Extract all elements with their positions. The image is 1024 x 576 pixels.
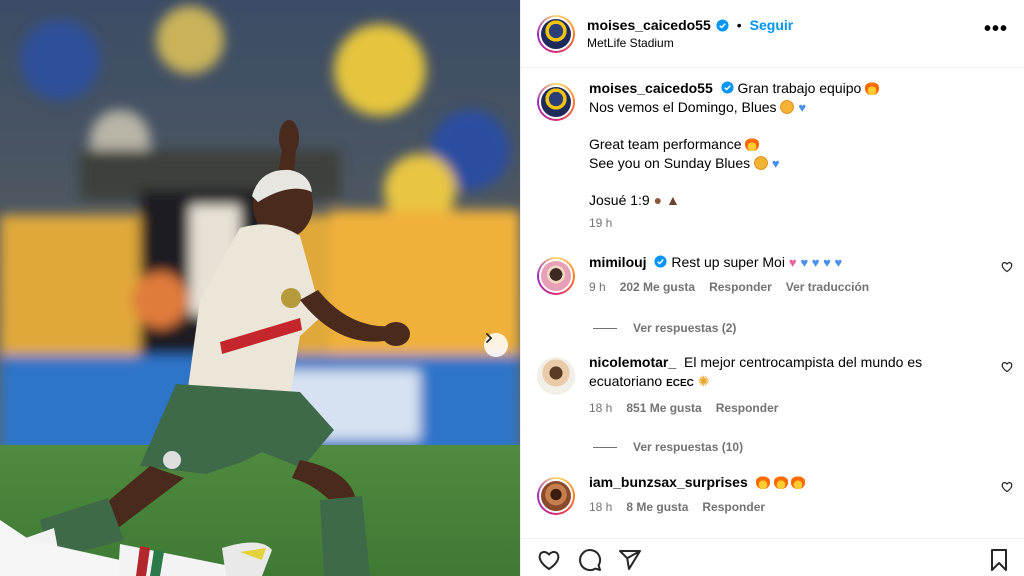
replies-divider (593, 327, 617, 329)
clapping-hands-icon: ✺ (697, 373, 710, 389)
comment-likes[interactable]: 202 Me gusta (620, 280, 695, 294)
caption-line-3: Great team performance (589, 136, 742, 152)
caption-line-2: Nos vemos el Domingo, Blues (589, 99, 777, 115)
fire-emoji-icon (773, 475, 788, 489)
commenter-avatar[interactable] (537, 357, 575, 395)
share-icon[interactable] (618, 548, 642, 572)
comment-item: mimilouj Rest up super Moi ♥ ♥ ♥ ♥ ♥ 9 h… (537, 253, 1013, 295)
author-avatar[interactable] (537, 14, 575, 53)
post-viewer: moises_caicedo55 • Seguir MetLife Stadiu… (0, 0, 1024, 576)
post-image[interactable] (0, 0, 520, 576)
translate-button[interactable]: Ver traducción (786, 280, 869, 294)
praying-hands-icon: ▲ (665, 192, 680, 208)
flexed-arm-icon: ● (653, 192, 663, 208)
caption-line-5: Josué 1:9 (589, 192, 650, 208)
comment-icon[interactable] (578, 548, 602, 572)
follow-button[interactable]: Seguir (750, 17, 794, 33)
commenter-username[interactable]: iam_bunzsax_surprises (589, 474, 748, 490)
blue-heart-icon: ♥ ♥ ♥ ♥ (800, 255, 843, 270)
replies-divider (593, 446, 617, 448)
post-header: moises_caicedo55 • Seguir MetLife Stadiu… (521, 0, 1024, 68)
reply-button[interactable]: Responder (702, 500, 765, 514)
comment-time: 9 h (589, 280, 606, 294)
verified-badge-icon (721, 81, 734, 94)
comment-item: nicolemotar_ El mejor centrocampista del… (537, 353, 1013, 415)
pink-heart-icon: ♥ (788, 255, 797, 270)
fire-emoji-icon (791, 475, 806, 489)
location-link[interactable]: MetLife Stadium (587, 36, 793, 50)
view-replies-label[interactable]: Ver respuestas (2) (633, 321, 736, 335)
caption-time: 19 h (589, 216, 613, 230)
caption-username[interactable]: moises_caicedo55 (589, 80, 713, 96)
reply-button[interactable]: Responder (709, 280, 772, 294)
comment-like-heart-icon[interactable] (1001, 261, 1013, 273)
caption-line-1: Gran trabajo equipo (737, 80, 862, 96)
comment-likes[interactable]: 851 Me gusta (626, 401, 701, 415)
comment-time: 18 h (589, 500, 613, 514)
reply-button[interactable]: Responder (716, 401, 779, 415)
flag-text: ECEC (666, 378, 694, 389)
blue-heart-icon: ♥ (771, 156, 780, 171)
view-replies-label[interactable]: Ver respuestas (10) (633, 440, 743, 454)
comment-time: 18 h (589, 401, 613, 415)
verified-badge-icon (654, 255, 667, 268)
view-replies-button[interactable]: Ver respuestas (10) (593, 440, 743, 454)
smile-emoji-icon (754, 156, 769, 170)
separator-dot: • (736, 17, 742, 33)
caption-entry: moises_caicedo55 Gran trabajo equipo Nos… (537, 79, 1013, 230)
bookmark-icon[interactable] (987, 548, 1011, 572)
comment-likes[interactable]: 8 Me gusta (626, 500, 688, 514)
photo-scene (0, 0, 520, 576)
chevron-right-icon (486, 333, 493, 343)
more-options-icon[interactable]: ••• (984, 18, 1008, 49)
commenter-username[interactable]: nicolemotar_ (589, 354, 676, 370)
smile-emoji-icon (780, 100, 795, 114)
comment-like-heart-icon[interactable] (1001, 361, 1013, 373)
commenter-avatar[interactable] (537, 477, 575, 515)
caption-line-4: See you on Sunday Blues (589, 155, 751, 171)
commenter-username[interactable]: mimilouj (589, 254, 647, 270)
view-replies-button[interactable]: Ver respuestas (2) (593, 321, 736, 335)
commenter-avatar[interactable] (537, 257, 575, 295)
post-actions-bar (521, 538, 1024, 576)
heart-icon[interactable] (537, 548, 561, 572)
comment-item: iam_bunzsax_surprises 18 h 8 Me gusta Re… (537, 473, 1013, 515)
caption-avatar[interactable] (537, 83, 575, 121)
author-username[interactable]: moises_caicedo55 (587, 17, 711, 33)
comments-list[interactable]: moises_caicedo55 Gran trabajo equipo Nos… (521, 69, 1024, 537)
blue-heart-icon: ♥ (798, 100, 807, 115)
fire-emoji-icon (745, 137, 760, 151)
next-image-button[interactable] (484, 333, 508, 357)
post-details-panel: moises_caicedo55 • Seguir MetLife Stadiu… (520, 0, 1024, 576)
verified-badge-icon (716, 18, 729, 32)
comment-like-heart-icon[interactable] (1001, 481, 1013, 493)
fire-emoji-icon (865, 81, 880, 95)
fire-emoji-icon (755, 475, 770, 489)
comment-text: Rest up super Moi (671, 254, 785, 270)
